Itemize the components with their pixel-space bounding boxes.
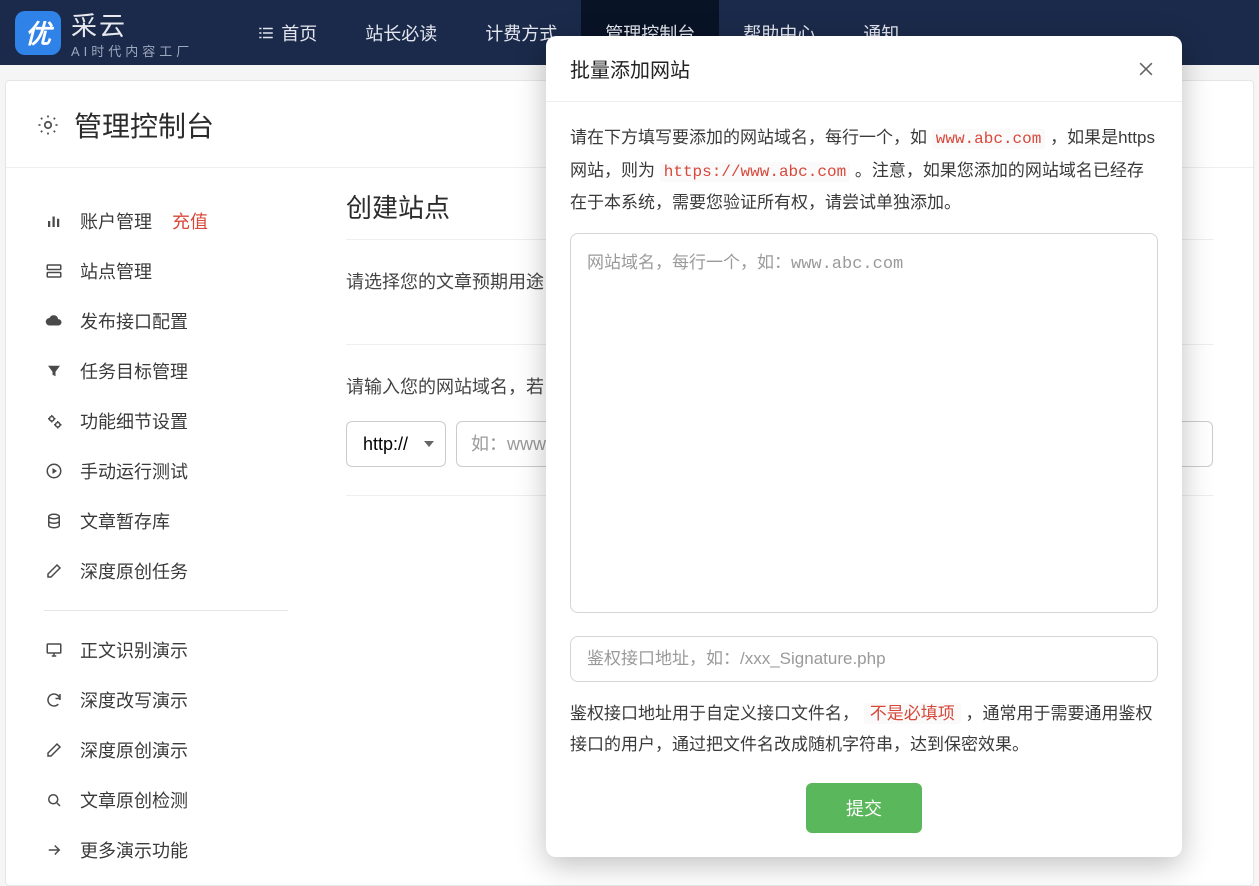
- auth-url-input[interactable]: [570, 636, 1158, 682]
- not-required-badge: 不是必填项: [864, 703, 961, 724]
- modal-desc-text: 请在下方填写要添加的网站域名，每行一个，如: [570, 128, 932, 147]
- modal-body: 请在下方填写要添加的网站域名，每行一个，如 www.abc.com ，如果是ht…: [546, 102, 1182, 857]
- submit-button[interactable]: 提交: [806, 783, 922, 833]
- modal-actions: 提交: [570, 783, 1158, 833]
- modal-code-example-2: https://www.abc.com: [660, 162, 850, 182]
- close-icon[interactable]: [1134, 57, 1158, 81]
- domain-list-textarea[interactable]: [570, 233, 1158, 613]
- modal-header: 批量添加网站: [546, 36, 1182, 102]
- modal-code-example-1: www.abc.com: [932, 129, 1046, 149]
- auth-description: 鉴权接口地址用于自定义接口文件名， 不是必填项 ，通常用于需要通用鉴权接口的用户…: [570, 698, 1158, 761]
- modal-description: 请在下方填写要添加的网站域名，每行一个，如 www.abc.com ，如果是ht…: [570, 122, 1158, 219]
- modal-title: 批量添加网站: [570, 54, 690, 83]
- auth-desc-text: 鉴权接口地址用于自定义接口文件名，: [570, 704, 859, 723]
- modal-backdrop: 批量添加网站 请在下方填写要添加的网站域名，每行一个，如 www.abc.com…: [0, 0, 1259, 874]
- bulk-add-modal: 批量添加网站 请在下方填写要添加的网站域名，每行一个，如 www.abc.com…: [546, 36, 1182, 857]
